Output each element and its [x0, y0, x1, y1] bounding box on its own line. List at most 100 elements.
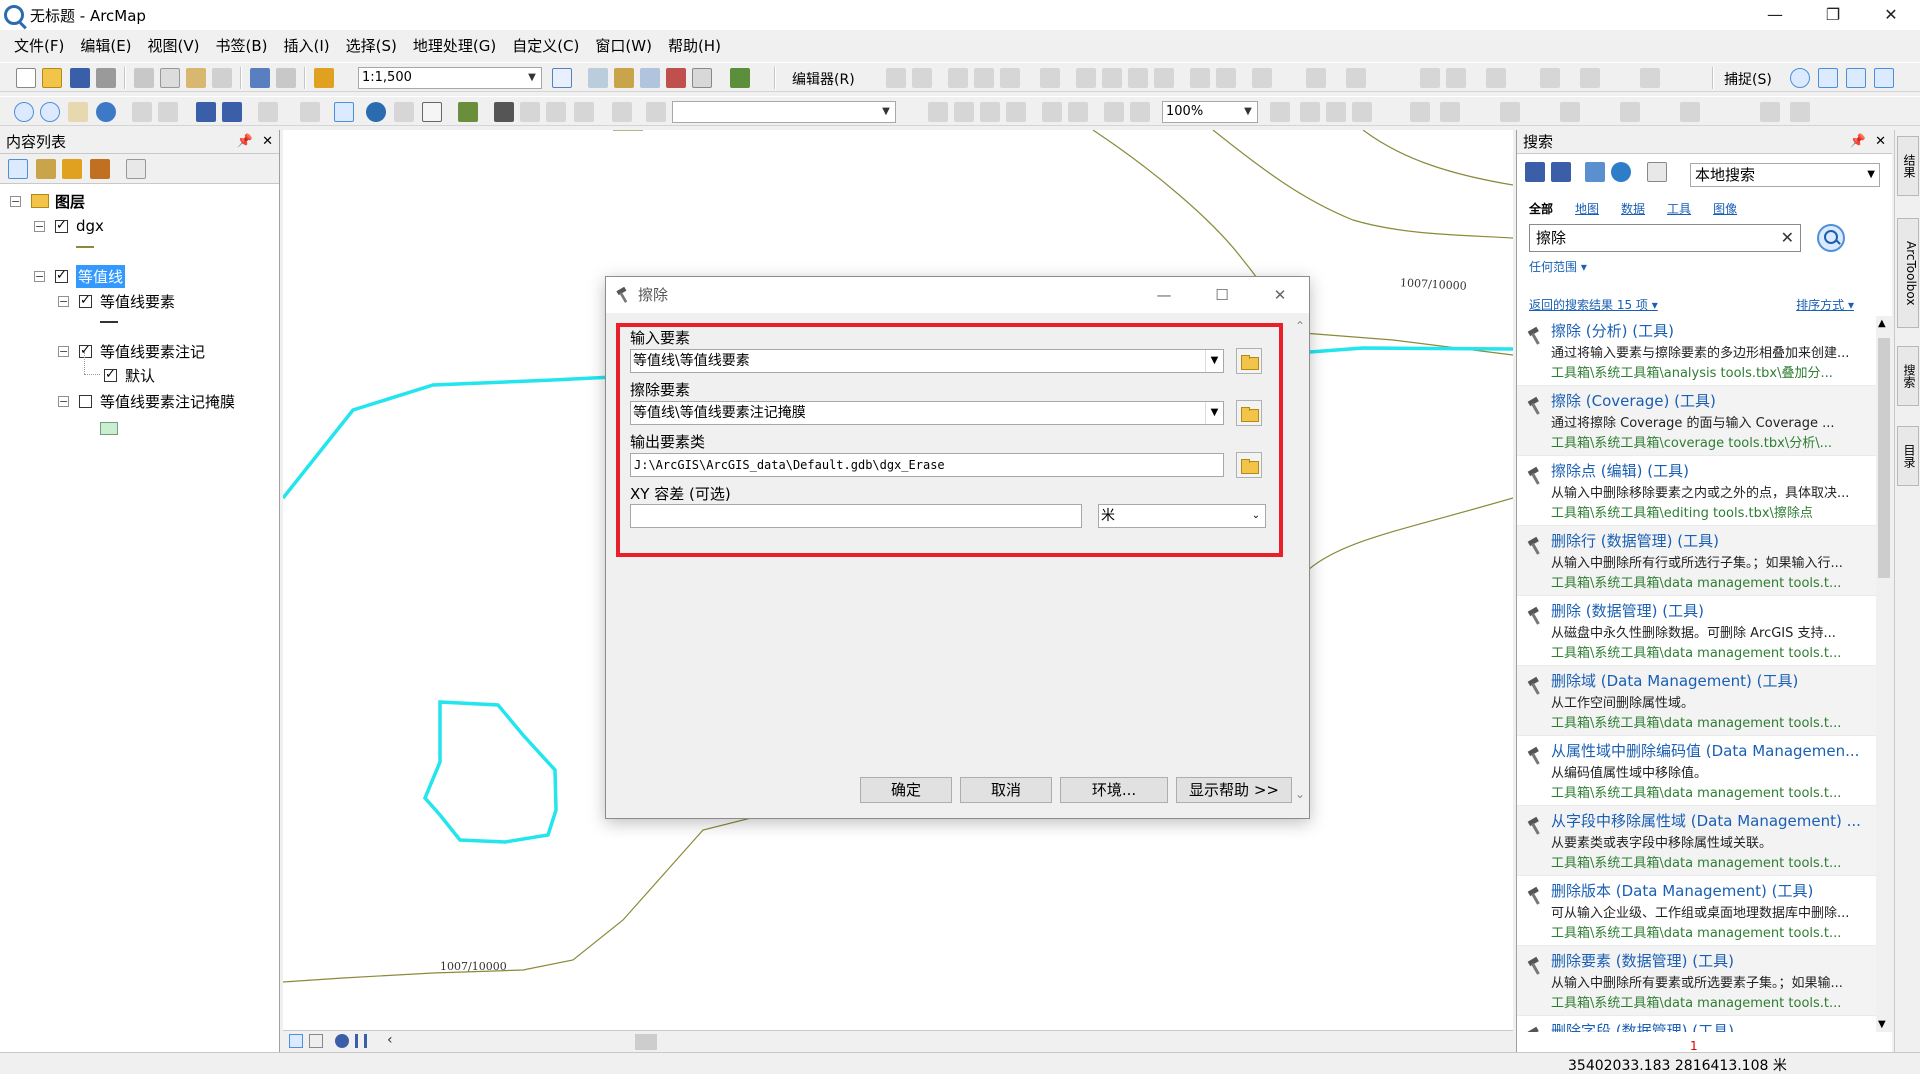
- dialog-close-button[interactable]: ✕: [1251, 277, 1309, 313]
- draw-point-icon[interactable]: [1500, 102, 1520, 122]
- scroll-up-icon[interactable]: ⌃: [1295, 319, 1305, 333]
- search-result[interactable]: 从属性域中删除编码值 (Data Managemen... 从编码值属性域中移除…: [1517, 736, 1877, 806]
- new-document-icon[interactable]: [16, 68, 36, 88]
- tracking-icon[interactable]: [1640, 68, 1660, 88]
- rotate-icon[interactable]: [1154, 68, 1174, 88]
- extent-filter[interactable]: 任何范围 ▾: [1529, 258, 1587, 275]
- select-elements-icon[interactable]: [334, 102, 354, 122]
- draw-polygon-icon[interactable]: [1760, 102, 1780, 122]
- edge-snap-icon[interactable]: [1874, 68, 1894, 88]
- search-result[interactable]: 删除 (数据管理) (工具) 从磁盘中永久性删除数据。可删除 ArcGIS 支持…: [1517, 596, 1877, 666]
- focus-data-frame-icon[interactable]: [1300, 102, 1320, 122]
- layout-back-icon[interactable]: [1104, 102, 1124, 122]
- search-result[interactable]: 从字段中移除属性域 (Data Management) ... 从要素类或表字段…: [1517, 806, 1877, 876]
- filter-images[interactable]: 图像: [1713, 200, 1737, 217]
- toc-close-button[interactable]: ✕: [262, 130, 273, 154]
- menu-selection[interactable]: 选择(S): [340, 35, 407, 56]
- zoom-out-icon[interactable]: [40, 102, 60, 122]
- draw-text-icon[interactable]: [1620, 102, 1640, 122]
- search-result[interactable]: 擦除 (分析) (工具) 通过将输入要素与擦除要素的多边形相叠加来创建... 工…: [1517, 316, 1877, 386]
- save-icon[interactable]: [70, 68, 90, 88]
- layout-zoom-out-icon[interactable]: [954, 102, 974, 122]
- end-snap-icon[interactable]: [1818, 68, 1838, 88]
- layer-contour-mask-checkbox[interactable]: [79, 394, 92, 408]
- filter-maps[interactable]: 地图: [1575, 200, 1599, 217]
- result-path[interactable]: 工具箱\系统工具箱\data management tools.t...: [1551, 642, 1877, 661]
- attributes-icon[interactable]: [1190, 68, 1210, 88]
- change-layout-icon[interactable]: [1326, 102, 1346, 122]
- layout-forward-icon[interactable]: [1130, 102, 1150, 122]
- list-by-visibility-icon[interactable]: [62, 159, 82, 179]
- create-features-icon[interactable]: [1252, 68, 1272, 88]
- find-route-icon[interactable]: [520, 102, 540, 122]
- layout-fixed-out-icon[interactable]: [1068, 102, 1088, 122]
- spatial-adjust-icon[interactable]: [1420, 68, 1440, 88]
- results-scrollbar[interactable]: ▲ ▼: [1876, 316, 1892, 1032]
- open-folder-icon[interactable]: [42, 68, 62, 88]
- data-view-icon[interactable]: [289, 1034, 303, 1048]
- environments-button[interactable]: 环境...: [1060, 777, 1168, 803]
- toc-options-icon[interactable]: [126, 159, 146, 179]
- align-icon[interactable]: [1446, 68, 1466, 88]
- clear-selection-icon[interactable]: [300, 102, 320, 122]
- measure-icon[interactable]: [458, 102, 478, 122]
- result-title[interactable]: 删除要素 (数据管理) (工具): [1551, 950, 1877, 971]
- versioning-icon[interactable]: [1580, 68, 1600, 88]
- back-icon[interactable]: [1525, 162, 1545, 182]
- layer-contour-features-checkbox[interactable]: [79, 293, 92, 308]
- collapse-icon[interactable]: −: [10, 195, 21, 207]
- fixed-zoom-in-icon[interactable]: [132, 102, 152, 122]
- trace-icon[interactable]: [1000, 68, 1020, 88]
- delete-icon[interactable]: [212, 68, 232, 88]
- layout-pan-icon[interactable]: [980, 102, 1000, 122]
- paste-icon[interactable]: [186, 68, 206, 88]
- toc-window-icon[interactable]: [588, 68, 608, 88]
- search-result[interactable]: 擦除点 (编辑) (工具) 从输入中删除移除要素之内或之外的点，具体取决... …: [1517, 456, 1877, 526]
- catalog-window-icon[interactable]: [614, 68, 634, 88]
- annotation-default-checkbox[interactable]: [104, 367, 117, 382]
- create-viewer-icon[interactable]: [612, 102, 632, 122]
- georeferencing-icon[interactable]: [1540, 68, 1560, 88]
- layout-zoom-select[interactable]: 100% ▼: [1162, 101, 1258, 123]
- full-extent-icon[interactable]: [96, 102, 116, 122]
- dock-tab-catalog[interactable]: 目录: [1897, 426, 1919, 486]
- arctoolbox-icon[interactable]: [666, 68, 686, 88]
- result-count[interactable]: 返回的搜索结果 15 项 ▾: [1529, 296, 1658, 313]
- result-path[interactable]: 工具箱\系统工具箱\data management tools.t...: [1551, 782, 1877, 801]
- fixed-zoom-out-icon[interactable]: [158, 102, 178, 122]
- browse-input-folder-icon[interactable]: [1236, 348, 1262, 374]
- layout-view-icon[interactable]: [646, 102, 666, 122]
- search-window-icon[interactable]: [640, 68, 660, 88]
- search-input[interactable]: 擦除 ✕: [1529, 224, 1801, 252]
- endpoint-arc-icon[interactable]: [974, 68, 994, 88]
- result-title[interactable]: 从字段中移除属性域 (Data Management) ...: [1551, 810, 1877, 831]
- layer-contour-mask[interactable]: − 等值线要素注记掩膜: [58, 390, 235, 412]
- editor-menu[interactable]: 编辑器(R): [792, 69, 855, 89]
- pin-icon[interactable]: 📌: [237, 130, 253, 154]
- modelbuilder-icon[interactable]: [730, 68, 750, 88]
- reshape-icon[interactable]: [1076, 68, 1096, 88]
- home-icon[interactable]: [1585, 162, 1605, 182]
- result-title[interactable]: 从属性域中删除编码值 (Data Managemen...: [1551, 740, 1877, 761]
- maximize-button[interactable]: ❐: [1804, 0, 1862, 30]
- layer-dgx[interactable]: − dgx: [34, 215, 104, 237]
- scroll-down-icon[interactable]: ▼: [1878, 1019, 1886, 1030]
- search-result[interactable]: 删除行 (数据管理) (工具) 从输入中删除所有行或所选行子集。；如果输入行..…: [1517, 526, 1877, 596]
- layers-root[interactable]: − 图层: [10, 190, 85, 212]
- result-path[interactable]: 工具箱\系统工具箱\data management tools.t...: [1551, 712, 1877, 731]
- ok-button[interactable]: 确定: [860, 777, 952, 803]
- result-title[interactable]: 删除行 (数据管理) (工具): [1551, 530, 1877, 551]
- layer-contour-annotation-checkbox[interactable]: [79, 343, 92, 358]
- forward-icon[interactable]: [1551, 162, 1571, 182]
- collapse-icon[interactable]: −: [34, 220, 45, 232]
- result-title[interactable]: 删除字段 (数据管理) (工具): [1551, 1020, 1877, 1032]
- search-go-icon[interactable]: [1817, 224, 1845, 252]
- minimize-button[interactable]: —: [1746, 0, 1804, 30]
- split-icon[interactable]: [1128, 68, 1148, 88]
- menu-customize[interactable]: 自定义(C): [506, 35, 589, 56]
- go-to-xy-icon[interactable]: [546, 102, 566, 122]
- layer-dgx-checkbox[interactable]: [55, 218, 68, 233]
- toggle-draft-mode-icon[interactable]: [1270, 102, 1290, 122]
- refresh-icon[interactable]: [335, 1034, 349, 1048]
- filter-all[interactable]: 全部: [1529, 200, 1553, 217]
